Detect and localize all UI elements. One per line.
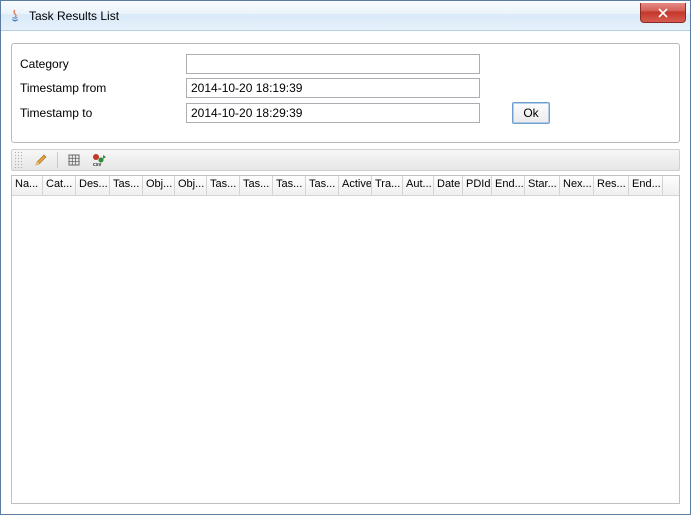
timestamp-to-input[interactable] [186, 103, 480, 123]
column-header[interactable]: Cat... [43, 176, 76, 195]
column-header[interactable]: Tas... [110, 176, 143, 195]
column-header[interactable]: Obj... [175, 176, 207, 195]
column-header[interactable]: Nex... [560, 176, 594, 195]
column-header[interactable]: Tas... [240, 176, 273, 195]
column-header[interactable]: Res... [594, 176, 629, 195]
export-csv-button[interactable]: csv [88, 150, 112, 170]
column-header[interactable]: Aut... [403, 176, 434, 195]
java-app-icon [7, 8, 23, 24]
column-header[interactable]: Active [339, 176, 372, 195]
timestamp-from-label: Timestamp from [20, 81, 186, 95]
toolbar: csv [11, 149, 680, 171]
close-icon [658, 8, 668, 18]
pencil-icon [34, 153, 48, 167]
edit-button[interactable] [29, 150, 53, 170]
column-header[interactable]: Date [434, 176, 463, 195]
grid-button[interactable] [62, 150, 86, 170]
column-header[interactable]: Tas... [273, 176, 306, 195]
column-header[interactable]: Tra... [372, 176, 403, 195]
close-button[interactable] [640, 3, 686, 23]
grid-icon [67, 153, 81, 167]
column-header[interactable]: Obj... [143, 176, 175, 195]
category-label: Category [20, 57, 186, 71]
column-header[interactable]: Star... [525, 176, 560, 195]
results-table[interactable]: Na...Cat...Des...Tas...Obj...Obj...Tas..… [11, 175, 680, 504]
filter-panel: Category Timestamp from Timestamp to Ok [11, 43, 680, 143]
column-header[interactable]: Des... [76, 176, 110, 195]
toolbar-separator [57, 152, 58, 168]
svg-text:csv: csv [93, 162, 102, 167]
column-header[interactable]: Tas... [207, 176, 240, 195]
column-header[interactable]: Tas... [306, 176, 339, 195]
category-input[interactable] [186, 54, 480, 74]
title-bar[interactable]: Task Results List [1, 1, 690, 31]
window-title: Task Results List [29, 9, 119, 23]
toolbar-grip[interactable] [14, 151, 24, 169]
table-header-row: Na...Cat...Des...Tas...Obj...Obj...Tas..… [12, 176, 679, 196]
timestamp-from-input[interactable] [186, 78, 480, 98]
csv-icon: csv [92, 153, 108, 167]
column-header[interactable]: End... [492, 176, 525, 195]
column-header[interactable]: End... [629, 176, 663, 195]
content-area: Category Timestamp from Timestamp to Ok [1, 31, 690, 514]
ok-button[interactable]: Ok [512, 102, 550, 124]
timestamp-to-label: Timestamp to [20, 106, 186, 120]
window-frame: Task Results List Category Timestamp fro… [0, 0, 691, 515]
column-header[interactable]: Na... [12, 176, 43, 195]
column-header[interactable]: PDId [463, 176, 492, 195]
